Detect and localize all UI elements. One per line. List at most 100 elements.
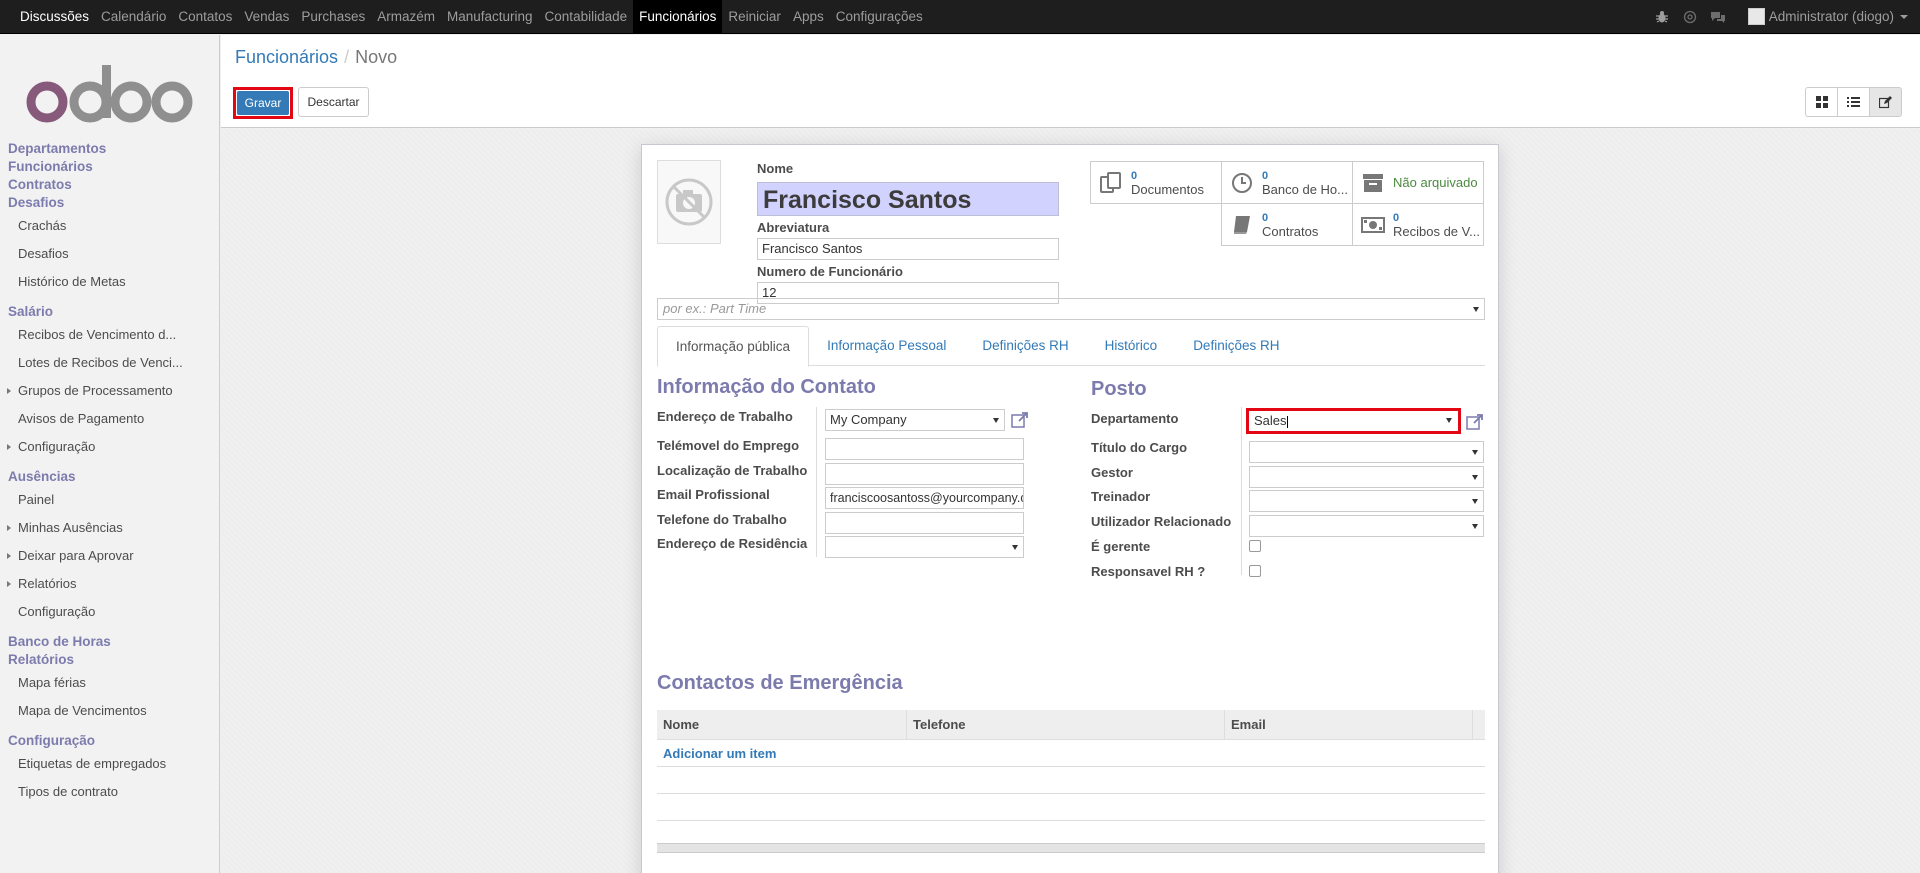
work-mobile-field[interactable] [825, 438, 1024, 460]
kanban-view-button[interactable] [1805, 87, 1838, 117]
related-user-select[interactable] [1249, 515, 1484, 537]
sidebar-item-grupos-processamento[interactable]: Grupos de Processamento [0, 377, 190, 405]
hour-bank-label: Banco de Ho... [1262, 181, 1348, 197]
menu-discussoes[interactable]: Discussões [14, 0, 95, 34]
form-sheet: Nome Francisco Santos Abreviatura Franci… [641, 144, 1499, 873]
sidebar-item-departamentos[interactable]: Departamentos [0, 140, 220, 158]
department-select[interactable]: Sales [1250, 412, 1457, 430]
menu-vendas[interactable]: Vendas [238, 0, 295, 34]
hour-bank-button[interactable]: 0 Banco de Ho... [1221, 161, 1353, 204]
edit-icon [1879, 95, 1892, 108]
sidebar-item-relatorios[interactable]: Relatórios [0, 651, 220, 669]
sidebar: Departamentos Funcionários Contratos Des… [0, 35, 220, 873]
sidebar-item-painel[interactable]: Painel [0, 486, 190, 514]
sidebar-item-ausencias[interactable]: Ausências [0, 468, 220, 486]
sidebar-item-contratos[interactable]: Contratos [0, 176, 220, 194]
job-title-select[interactable] [1249, 441, 1484, 463]
sidebar-item-banco-horas[interactable]: Banco de Horas [0, 633, 220, 651]
menu-armazem[interactable]: Armazém [371, 0, 441, 34]
tab-informacao-pessoal[interactable]: Informação Pessoal [809, 326, 964, 366]
hr-responsible-checkbox[interactable] [1249, 565, 1261, 577]
tab-historico[interactable]: Histórico [1087, 326, 1176, 366]
table-header: Nome Telefone Email [657, 710, 1485, 740]
column-nome[interactable]: Nome [657, 710, 907, 739]
menu-manufacturing[interactable]: Manufacturing [441, 0, 539, 34]
home-address-label: Endereço de Residência [657, 536, 808, 551]
payslips-button[interactable]: 0 Recibos de V... [1352, 203, 1484, 246]
abbreviation-field[interactable]: Francisco Santos [757, 238, 1059, 260]
dropdown-caret-icon [1472, 524, 1478, 529]
emergency-contacts-title: Contactos de Emergência [657, 672, 903, 694]
documents-icon [1100, 171, 1121, 193]
chat-bubbles-icon[interactable] [1706, 0, 1730, 34]
sidebar-item-recibos-vencimento[interactable]: Recibos de Vencimento d... [0, 321, 190, 349]
debug-bug-icon[interactable] [1650, 0, 1674, 34]
column-email[interactable]: Email [1225, 710, 1473, 739]
sidebar-item-historico-metas[interactable]: Histórico de Metas [0, 268, 190, 296]
sidebar-item-etiquetas[interactable]: Etiquetas de empregados [0, 750, 190, 778]
sidebar-item-crachas[interactable]: Crachás [0, 212, 190, 240]
menu-contabilidade[interactable]: Contabilidade [539, 0, 634, 34]
name-field[interactable]: Francisco Santos [757, 182, 1059, 216]
sidebar-item-deixar-aprovar[interactable]: Deixar para Aprovar [0, 542, 190, 570]
work-phone-field[interactable] [825, 512, 1024, 534]
column-telefone[interactable]: Telefone [907, 710, 1225, 739]
related-user-label: Utilizador Relacionado [1091, 514, 1232, 529]
work-address-select[interactable]: My Company [825, 409, 1005, 431]
work-email-field[interactable]: franciscoosantoss@yourcompany.com [825, 487, 1024, 509]
user-menu[interactable]: Administrator (diogo) [1747, 8, 1908, 25]
sidebar-item-mapa-ferias[interactable]: Mapa férias [0, 669, 190, 697]
at-mention-icon[interactable] [1678, 0, 1702, 34]
menu-calendario[interactable]: Calendário [95, 0, 172, 34]
user-avatar [1747, 8, 1765, 25]
manager-select[interactable] [1249, 466, 1484, 488]
menu-apps[interactable]: Apps [787, 0, 830, 34]
book-icon [1234, 215, 1250, 234]
external-link-icon[interactable] [1466, 413, 1484, 431]
sidebar-item-salario[interactable]: Salário [0, 303, 220, 321]
save-button[interactable]: Gravar [237, 91, 289, 115]
discard-button[interactable]: Descartar [298, 87, 369, 117]
menu-reiniciar[interactable]: Reiniciar [722, 0, 787, 34]
sidebar-item-lotes-recibos[interactable]: Lotes de Recibos de Venci... [0, 349, 190, 377]
category-tags-field[interactable]: por ex.: Part Time [657, 298, 1485, 320]
contracts-button[interactable]: 0 Contratos [1221, 203, 1353, 246]
sidebar-item-desafios-section[interactable]: Desafios [0, 194, 220, 212]
menu-configuracoes[interactable]: Configurações [830, 0, 929, 34]
sidebar-item-configuracao-ausencias[interactable]: Configuração [0, 598, 190, 626]
external-link-icon[interactable] [1011, 411, 1029, 429]
list-view-button[interactable] [1837, 87, 1870, 117]
sidebar-item-mapa-vencimentos[interactable]: Mapa de Vencimentos [0, 697, 190, 725]
sidebar-item-minhas-ausencias[interactable]: Minhas Ausências [0, 514, 190, 542]
sidebar-item-desafios[interactable]: Desafios [0, 240, 190, 268]
menu-funcionarios[interactable]: Funcionários [633, 0, 723, 34]
menu-contatos[interactable]: Contatos [172, 0, 238, 34]
documents-button[interactable]: 0 Documentos [1090, 161, 1222, 204]
department-highlight: Sales [1246, 408, 1461, 434]
dropdown-caret-icon [1012, 545, 1018, 550]
is-manager-checkbox[interactable] [1249, 540, 1261, 552]
sidebar-item-funcionarios[interactable]: Funcionários [0, 158, 220, 176]
tab-definicoes-rh[interactable]: Definições RH [964, 326, 1086, 366]
tab-definicoes-rh-2[interactable]: Definições RH [1175, 326, 1297, 366]
sidebar-item-tipos-contrato[interactable]: Tipos de contrato [0, 778, 190, 806]
smart-buttons: 0 Documentos 0 Banco de Ho... Não arquivad… [1090, 161, 1485, 273]
breadcrumb-funcionarios[interactable]: Funcionários [235, 47, 338, 67]
sidebar-nav: Departamentos Funcionários Contratos Des… [0, 140, 220, 806]
employee-photo[interactable] [657, 160, 721, 244]
sidebar-item-avisos-pagamento[interactable]: Avisos de Pagamento [0, 405, 190, 433]
menu-purchases[interactable]: Purchases [295, 0, 371, 34]
dropdown-caret-icon [993, 418, 999, 423]
odoo-logo[interactable] [24, 55, 194, 130]
form-view-button[interactable] [1869, 87, 1902, 117]
home-address-select[interactable] [825, 536, 1024, 558]
sidebar-item-configuracao[interactable]: Configuração [0, 732, 220, 750]
work-location-field[interactable] [825, 463, 1024, 485]
sidebar-item-relatorios-ausencias[interactable]: Relatórios [0, 570, 190, 598]
add-item-link[interactable]: Adicionar um item [657, 740, 1485, 767]
work-phone-label: Telefone do Trabalho [657, 512, 787, 527]
archive-toggle-button[interactable]: Não arquivado [1352, 161, 1484, 204]
coach-select[interactable] [1249, 490, 1484, 512]
sidebar-item-configuracao-salario[interactable]: Configuração [0, 433, 190, 461]
tab-informacao-publica[interactable]: Informação pública [657, 326, 810, 367]
